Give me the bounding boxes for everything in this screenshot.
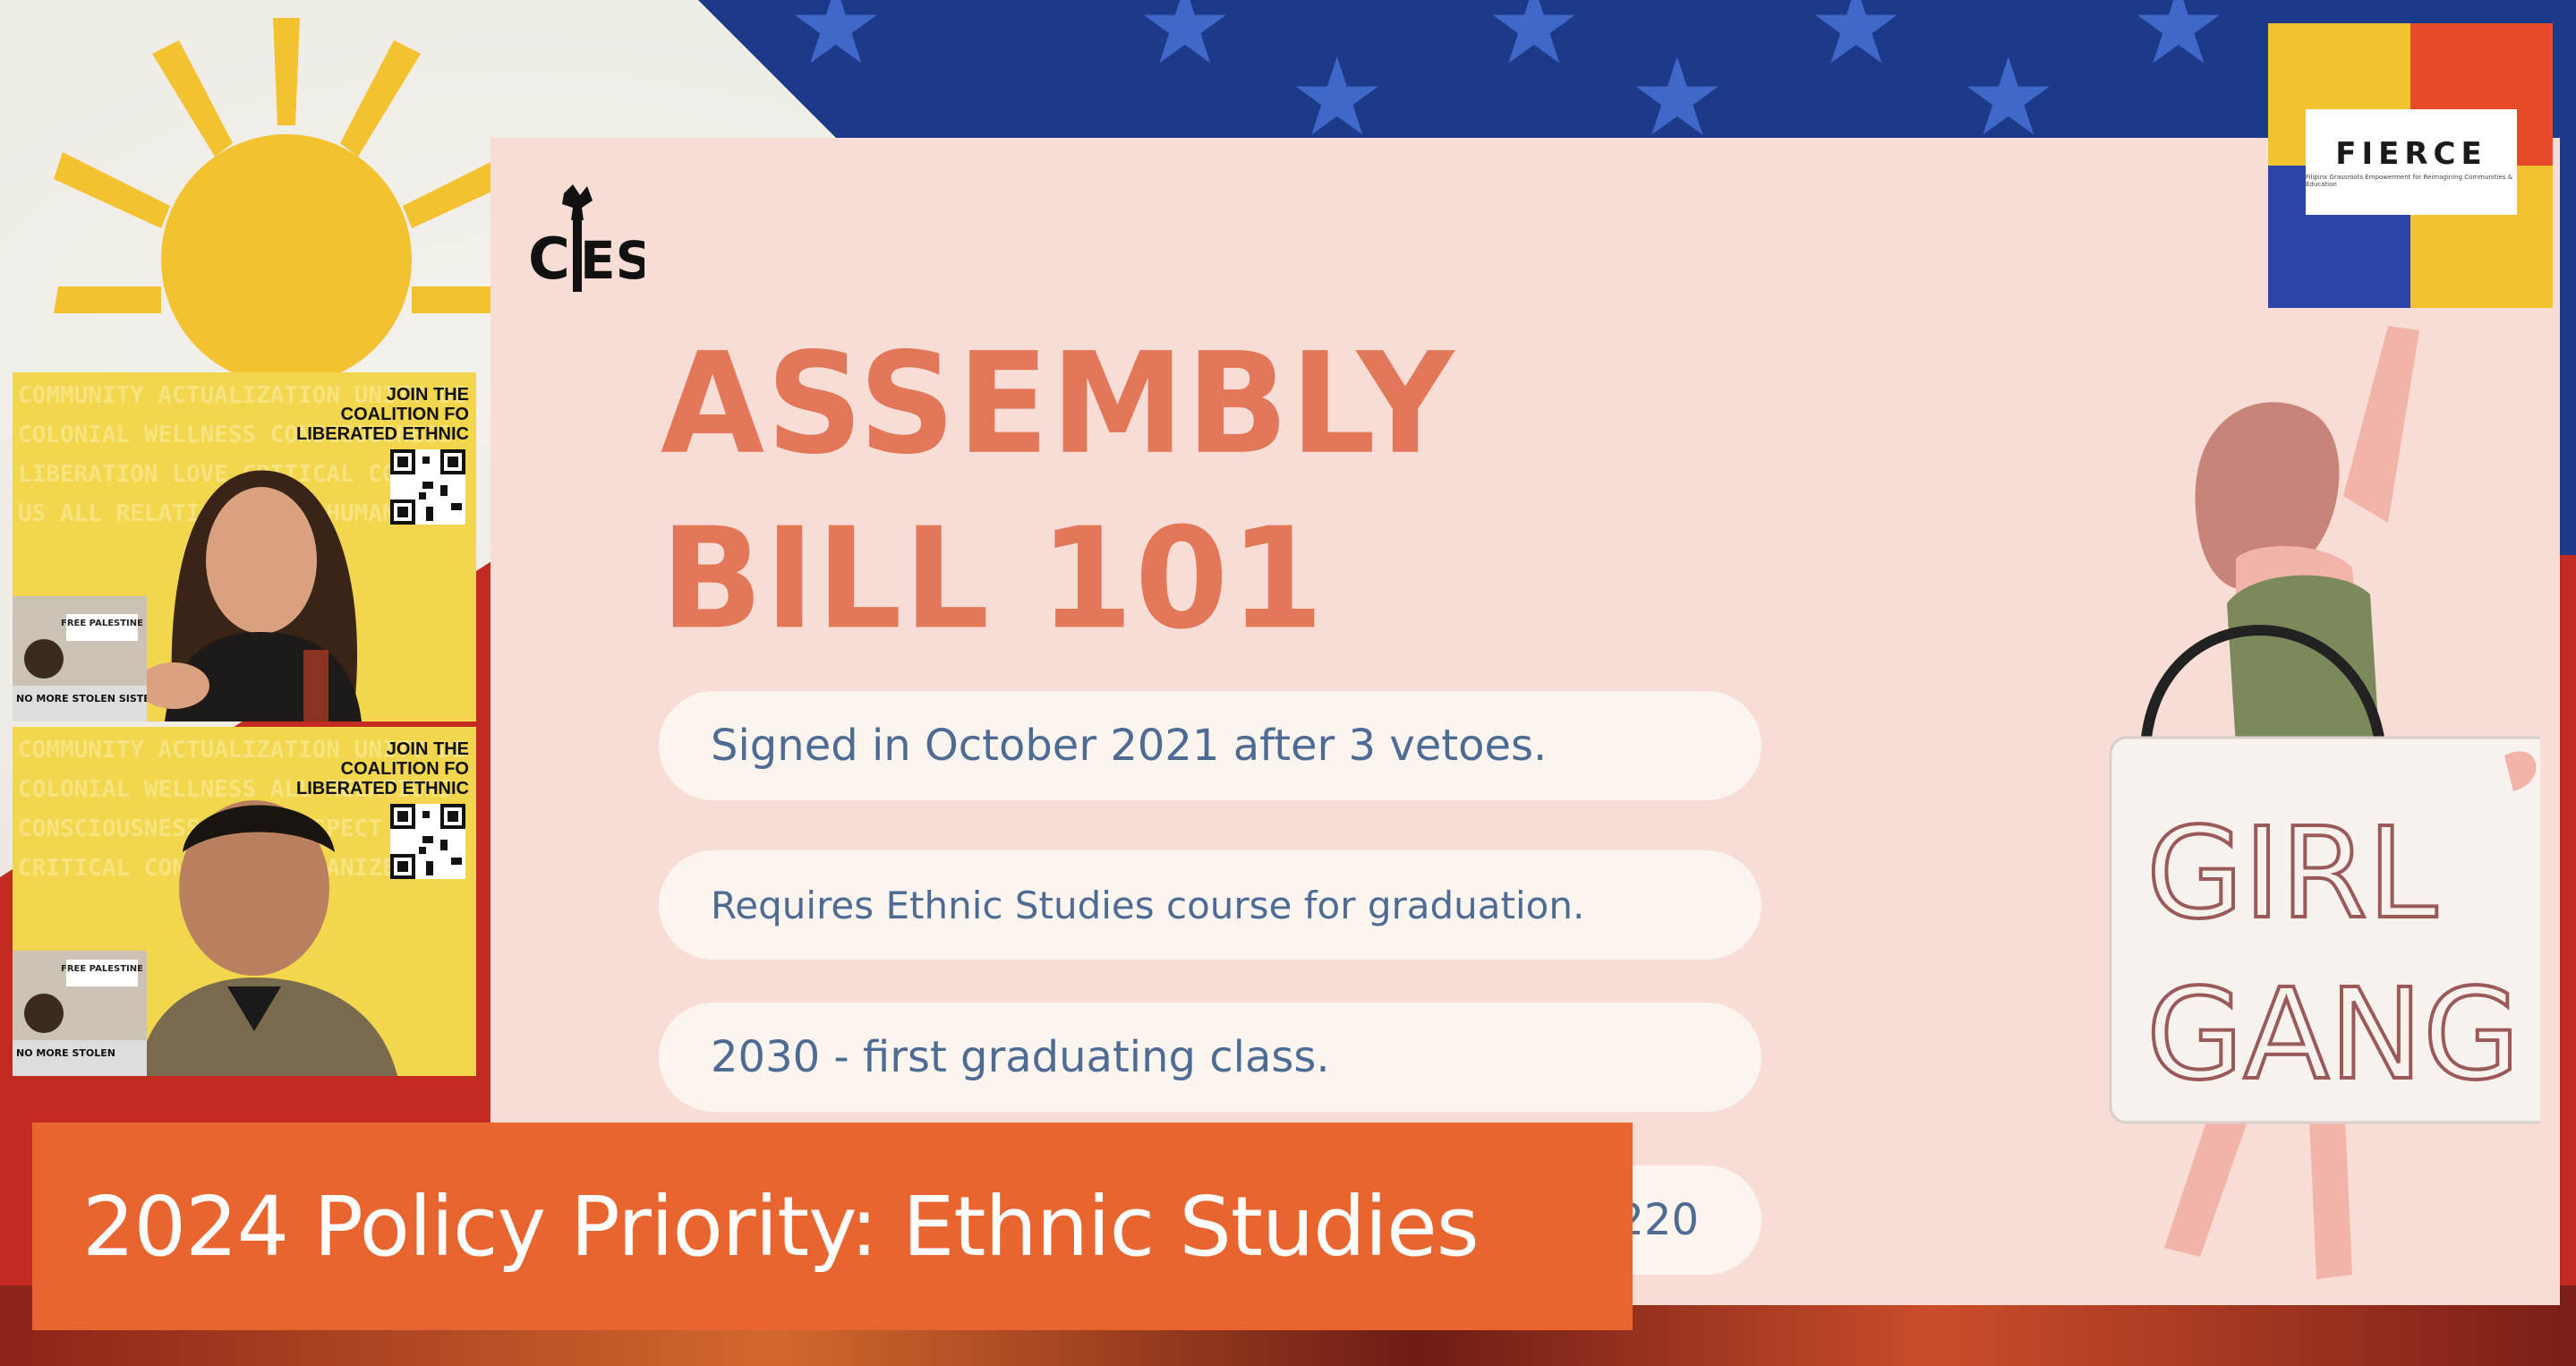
bullet-text: Signed in October 2021 after 3 vetoes. bbox=[711, 721, 1548, 771]
svg-text:C: C bbox=[528, 226, 570, 293]
protest-sign-free: FREE PALESTINE bbox=[61, 964, 143, 974]
participant-video-tile[interactable]: COMMUNITY ACTUALIZATION UNITY DECOLONIAL… bbox=[13, 727, 476, 1076]
girl-gang-illustration: GIRL GANG bbox=[2109, 326, 2540, 1279]
star-icon: ★ bbox=[1629, 36, 1726, 160]
slide-title: ASSEMBLY BILL 101 bbox=[661, 323, 1456, 661]
sign-text-line2: GANG bbox=[2146, 962, 2520, 1108]
join-coalition-text: JOIN THE COALITION FO LIBERATED ETHNIC bbox=[296, 385, 469, 444]
star-icon: ★ bbox=[788, 0, 884, 89]
star-icon: ★ bbox=[1289, 36, 1386, 160]
star-icon: ★ bbox=[2130, 0, 2227, 89]
svg-text:ES: ES bbox=[580, 230, 644, 291]
participant-video-tile[interactable]: COMMUNITY ACTUALIZATION UNITY DECOLONIAL… bbox=[13, 372, 476, 721]
star-icon: ★ bbox=[1137, 0, 1233, 89]
star-icon: ★ bbox=[1960, 36, 2057, 160]
fierce-wordmark: FIERCE bbox=[2335, 136, 2487, 172]
cles-logo-icon: C ES bbox=[528, 184, 644, 293]
qr-code-icon bbox=[390, 804, 465, 879]
protest-sign-no-more: NO MORE STOLEN bbox=[16, 1047, 115, 1059]
participant-2-video bbox=[138, 800, 397, 1076]
fierce-logo-badge: FIERCE Filipinx Grassroots Empowerment f… bbox=[2268, 23, 2553, 308]
fierce-logo: FIERCE Filipinx Grassroots Empowerment f… bbox=[2306, 109, 2517, 215]
star-icon: ★ bbox=[1486, 0, 1582, 89]
participant-1-video bbox=[138, 470, 362, 721]
bullet-pill: 2030 - first graduating class. bbox=[659, 1003, 1761, 1112]
sun-icon bbox=[54, 18, 519, 385]
lower-third-banner: 2024 Policy Priority: Ethnic Studies bbox=[32, 1123, 1633, 1330]
protest-photo: FREE PALESTINE NO MORE STOLEN SISTERS bbox=[13, 596, 147, 721]
qr-code-icon bbox=[390, 449, 465, 525]
protest-sign-free: FREE PALESTINE bbox=[61, 619, 143, 628]
protest-sign-no-more: NO MORE STOLEN SISTERS bbox=[16, 693, 147, 704]
bullet-pill: Signed in October 2021 after 3 vetoes. bbox=[659, 691, 1761, 800]
bullet-text: Requires Ethnic Studies course for gradu… bbox=[711, 883, 1585, 927]
sign-text-line1: GIRL bbox=[2146, 801, 2437, 947]
protest-photo: FREE PALESTINE NO MORE STOLEN bbox=[13, 951, 147, 1076]
fierce-tagline: Filipinx Grassroots Empowerment for Reim… bbox=[2306, 174, 2513, 188]
bullet-pill: Requires Ethnic Studies course for gradu… bbox=[659, 850, 1761, 960]
join-coalition-text: JOIN THE COALITION FO LIBERATED ETHNIC bbox=[296, 739, 469, 798]
bullet-text: 2030 - first graduating class. bbox=[711, 1032, 1330, 1082]
lower-third-text: 2024 Policy Priority: Ethnic Studies bbox=[82, 1178, 1480, 1275]
star-icon: ★ bbox=[1808, 0, 1905, 89]
